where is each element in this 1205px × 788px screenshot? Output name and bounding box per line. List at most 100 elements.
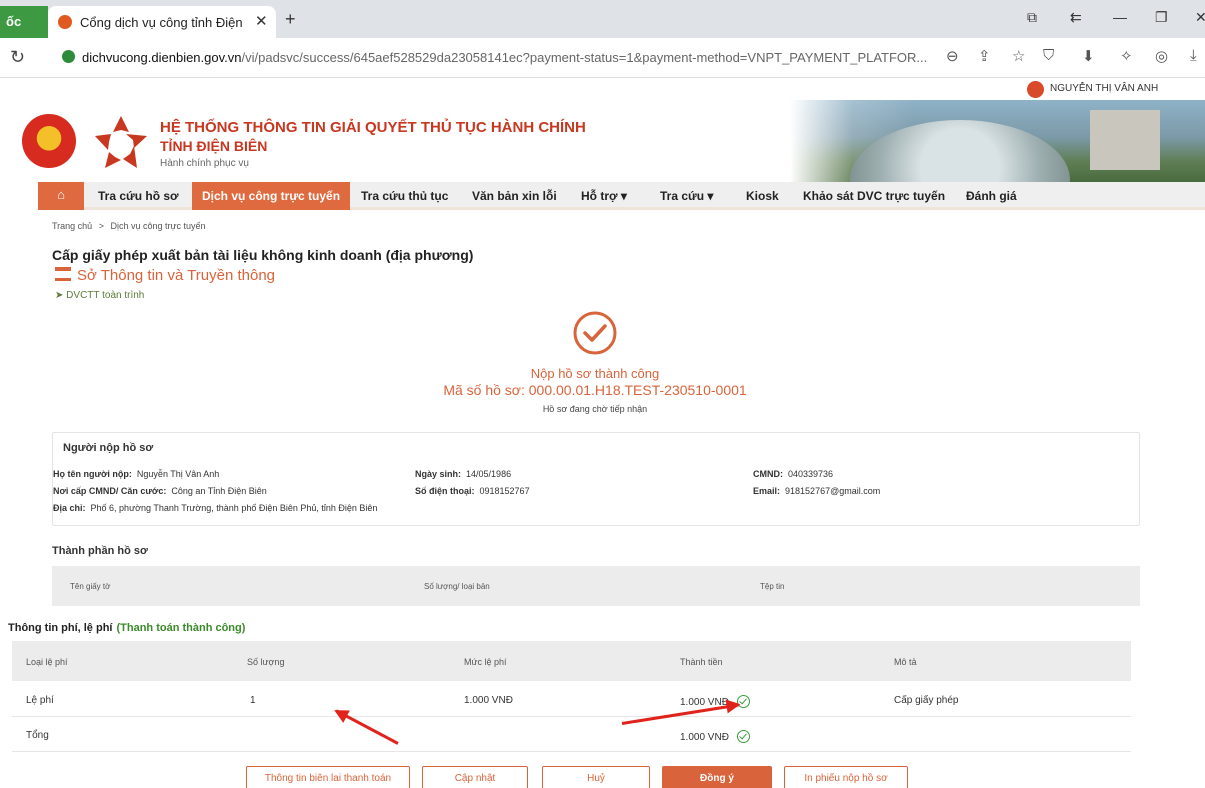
nav-dich-vu-cong-truc-tuyen[interactable]: Dịch vụ công trực tuyến [192,182,351,210]
nav-tra-cuu[interactable]: Tra cứu ▾ [660,182,713,210]
nav-khao-sat[interactable]: Khảo sát DVC trực tuyến [803,182,945,210]
site-banner: HỆ THỐNG THÔNG TIN GIẢI QUYẾT THỦ TỤC HÀ… [0,100,1205,182]
applicant-address-value: Phố 6, phường Thanh Trường, thành phố Đi… [90,503,378,513]
site-motto: Hành chính phục vụ [160,158,249,169]
fee-qty: 1 [250,695,256,706]
applicant-phone-row: Số điện thoại: 0918152767 [415,486,530,496]
home-icon[interactable]: ⌂ [38,182,84,210]
tab-search-icon[interactable]: ⧉ [1027,9,1037,26]
downloads-menu-icon[interactable]: ⤓ [1190,47,1197,64]
fee-desc: Cấp giấy phép [894,695,959,706]
download-icon[interactable]: ⬇ [1082,47,1095,65]
applicant-id-row: CMND: 040339736 [753,469,833,479]
agency-label: Sở Thông tin và Truyền thông [77,267,276,284]
fees-table-header: Loại lệ phí Số lượng Mức lệ phí Thành ti… [12,641,1131,681]
documents-section-title: Thành phần hồ sơ [52,545,148,557]
service-level-label: DVCTT toàn trình [66,290,145,301]
applicant-email-label: Email: [753,486,781,496]
new-tab-icon[interactable]: + [285,9,296,30]
user-avatar[interactable] [1027,81,1044,98]
applicant-dob-value: 14/05/1986 [466,469,512,479]
applicant-phone-value: 0918152767 [479,486,530,496]
applicant-address-label: Địa chỉ: [53,503,86,513]
col-fee-desc: Mô tả [894,657,917,667]
site-favicon-icon [58,15,72,29]
breadcrumb-separator: > [98,221,104,231]
applicant-name-label: Họ tên người nộp: [53,469,132,479]
print-form-button[interactable]: In phiếu nộp hồ sơ [784,766,908,788]
receipt-info-button[interactable]: Thông tin biên lai thanh toán [246,766,410,788]
minimize-icon[interactable]: — [1113,9,1127,25]
applicant-issuer-row: Nơi cấp CMND/ Căn cước: Công an Tỉnh Điệ… [53,486,267,496]
nav-tra-cuu-thu-tuc[interactable]: Tra cứu thủ tục [361,182,448,210]
update-button[interactable]: Cập nhật [422,766,528,788]
site-title: HỆ THỐNG THÔNG TIN GIẢI QUYẾT THỦ TỤC HÀ… [160,119,586,136]
breadcrumb-home[interactable]: Trang chủ [52,221,92,231]
applicant-name-value: Nguyễn Thị Vân Anh [136,469,220,479]
share-icon[interactable]: ⇪ [978,47,991,65]
fees-title-label: Thông tin phí, lệ phí [8,622,113,634]
address-bar: ↻ dichvucong.dienbien.gov.vn/vi/padsvc/s… [0,38,1205,78]
nav-ho-tro[interactable]: Hỗ trợ ▾ [581,182,627,210]
url-path: /vi/padsvc/success/645aef528529da2305814… [241,50,928,65]
profile-icon[interactable]: ◎ [1155,47,1168,65]
col-fee-type: Loại lệ phí [26,657,68,667]
url-field[interactable]: dichvucong.dienbien.gov.vn/vi/padsvc/suc… [82,50,927,65]
file-status: Hồ sơ đang chờ tiếp nhận [542,404,648,414]
applicant-issuer-value: Công an Tỉnh Điện Biên [171,486,267,496]
tab-close-icon[interactable]: ✕ [255,12,268,30]
applicant-address-row: Địa chỉ: Phố 6, phường Thanh Trường, thà… [53,503,377,513]
fee-rate: 1.000 VNĐ [464,695,513,706]
cancel-button[interactable]: Huỷ [542,766,650,788]
url-host: dichvucong.dienbien.gov.vn [82,50,242,65]
user-name[interactable]: NGUYỄN THỊ VÂN ANH [1050,83,1158,94]
zoom-icon[interactable]: ⊖ [946,47,959,65]
applicant-issuer-label: Nơi cấp CMND/ Căn cước: [53,486,167,496]
applicant-id-label: CMND: [753,469,783,479]
tracking-shield-icon[interactable]: ⛉ [1043,47,1054,64]
nav-van-ban-xin-loi[interactable]: Văn bản xin lỗi [472,182,557,210]
file-code: Mã số hồ sơ: 000.00.01.H18.TEST-230510-0… [443,382,747,398]
applicant-email-row: Email: 918152767@gmail.com [753,486,880,496]
col-fee-rate: Mức lệ phí [464,657,507,667]
secure-lock-icon[interactable] [62,50,75,63]
agree-button[interactable]: Đồng ý [662,766,772,788]
applicant-panel: Người nộp hồ sơ Họ tên người nộp: Nguyễn… [52,432,1140,526]
fee-type: Lệ phí [26,695,54,706]
collections-icon[interactable]: ⇇ [1070,9,1082,26]
fee-total-amount: 1.000 VNĐ [680,732,729,743]
breadcrumb: Trang chủ > Dịch vụ công trực tuyến [52,221,206,231]
col-document-name: Tên giấy tờ [70,582,111,591]
fee-total-cell: 1.000 VNĐ [680,730,750,743]
total-check-icon [736,730,750,743]
success-message: Nộp hồ sơ thành công [530,366,660,381]
close-window-icon[interactable]: ✕ [1195,9,1205,26]
favorite-star-icon[interactable]: ☆ [1012,47,1025,65]
reload-icon[interactable]: ↻ [10,47,25,68]
national-emblem [22,114,76,168]
documents-table-header: Tên giấy tờ Số lượng/ loại bản Tệp tin [52,566,1140,606]
nav-kiosk[interactable]: Kiosk [746,182,779,210]
nav-tra-cuu-ho-so[interactable]: Tra cứu hồ sơ [98,182,179,210]
level-arrow-icon: ➤ [55,290,64,301]
breadcrumb-current[interactable]: Dịch vụ công trực tuyến [111,221,206,231]
site-logo[interactable] [90,112,152,174]
applicant-email-value: 918152767@gmail.com [785,486,881,496]
agency-bank-icon [55,267,71,281]
fee-total-label: Tổng [26,730,49,741]
main-nav: ⌂ Tra cứu hồ sơ Dịch vụ công trực tuyến … [38,182,1205,210]
user-bar: NGUYỄN THỊ VÂN ANH [0,78,1205,100]
col-fee-qty: Số lượng [247,657,285,667]
fee-total-row: Tổng 1.000 VNĐ [12,718,1131,752]
browser-window: ốc Cổng dịch vụ công tỉnh Điện ✕ + ⧉ ⇇ —… [0,0,1205,788]
nav-danh-gia[interactable]: Đánh giá [966,182,1017,210]
extensions-icon[interactable]: ✧ [1120,47,1133,65]
col-document-file: Tệp tin [760,582,785,591]
pinned-tab[interactable]: ốc [0,6,48,38]
procedure-title: Cấp giấy phép xuất bản tài liệu không ki… [52,247,474,263]
applicant-section-title: Người nộp hồ sơ [63,442,154,454]
applicant-name-row: Họ tên người nộp: Nguyễn Thị Vân Anh [53,469,219,479]
active-tab[interactable]: Cổng dịch vụ công tỉnh Điện ✕ [48,6,276,38]
maximize-icon[interactable]: ❐ [1155,9,1168,26]
service-level: ➤ DVCTT toàn trình [55,290,144,301]
